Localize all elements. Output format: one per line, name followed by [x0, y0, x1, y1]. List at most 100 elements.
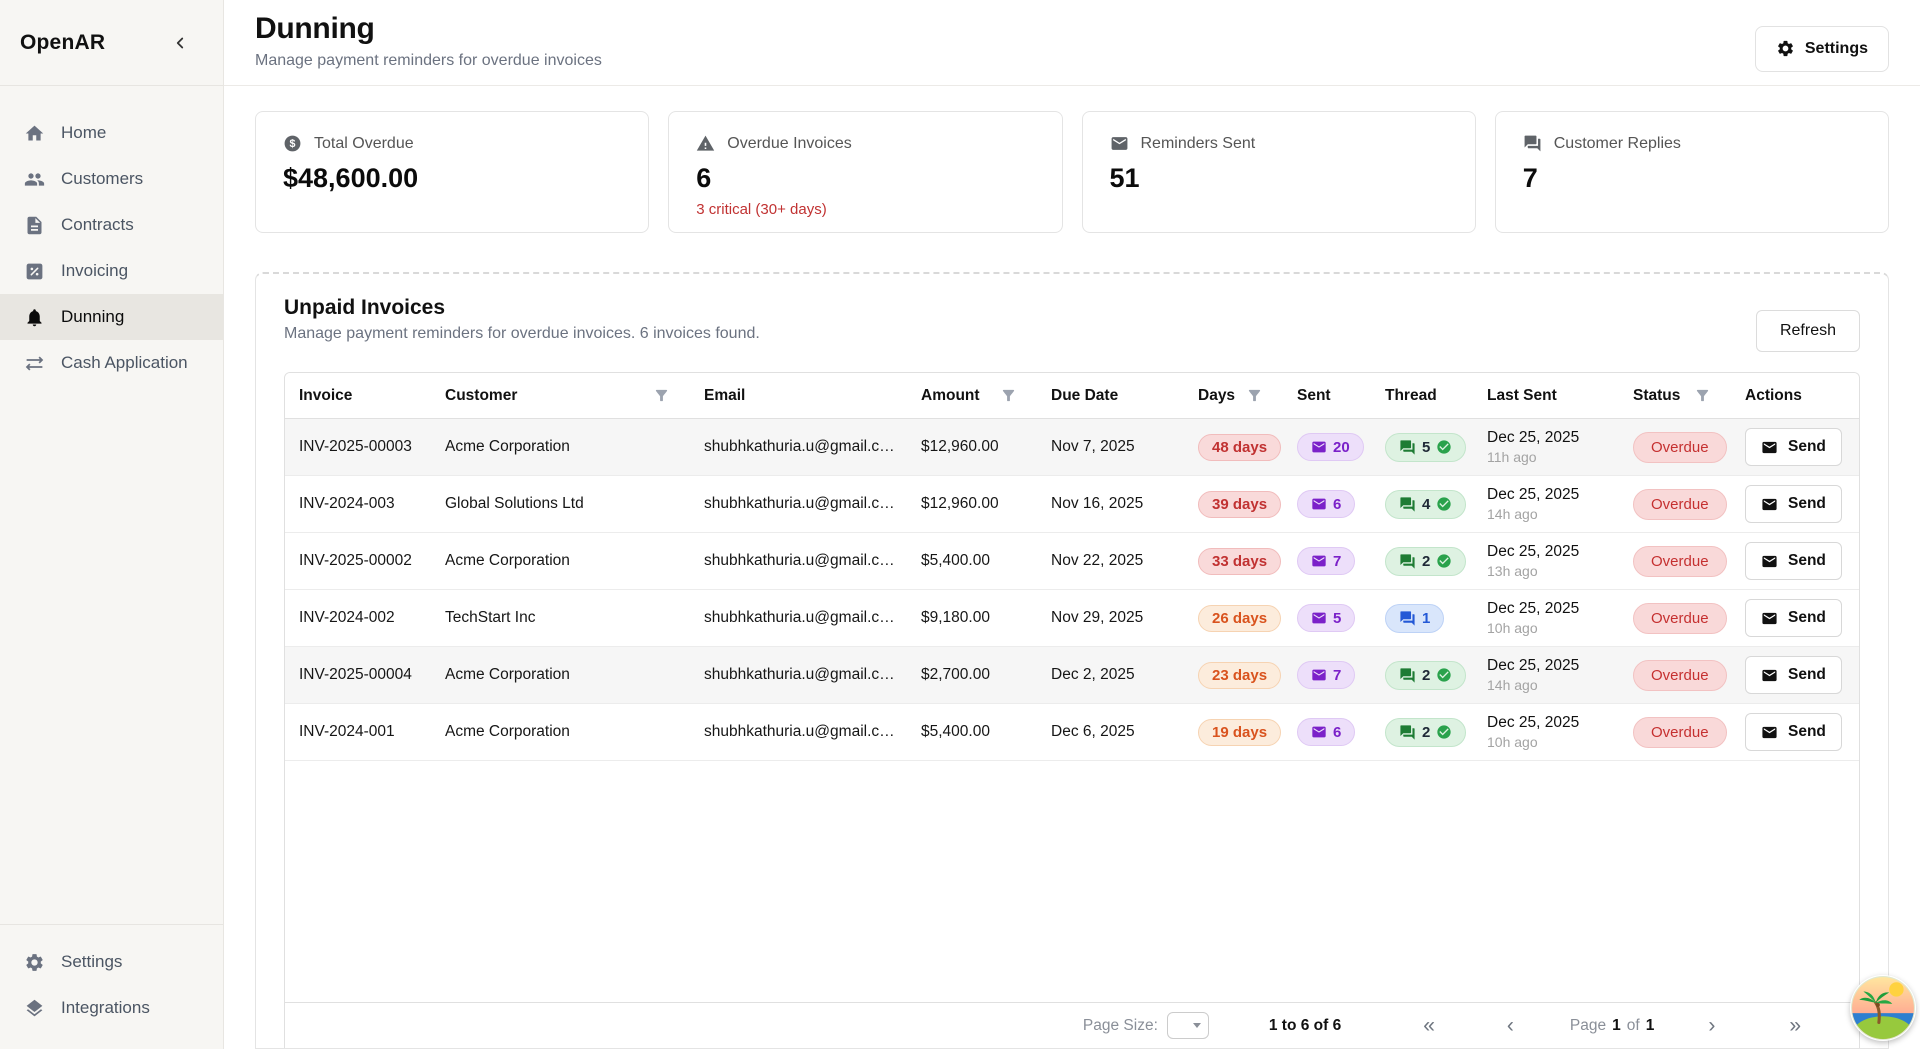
cell-last-sent: Dec 25, 2025 10h ago [1473, 590, 1619, 646]
prev-page-icon[interactable]: ‹ [1507, 1015, 1514, 1036]
sidebar-item-integrations[interactable]: Integrations [0, 985, 223, 1031]
cell-email: shubhkathuria.u@gmail.c… [690, 533, 907, 589]
col-header-customer: Customer [431, 373, 690, 418]
status-badge: Overdue [1633, 432, 1727, 463]
sidebar-item-settings[interactable]: Settings [0, 939, 223, 985]
bell-icon [24, 307, 45, 328]
document-icon [24, 215, 45, 236]
check-circle-icon [1436, 667, 1452, 683]
sidebar-spacer [0, 386, 223, 924]
envelope-icon [1761, 496, 1778, 513]
envelope-icon [1311, 667, 1327, 683]
sidebar-item-customers[interactable]: Customers [0, 156, 223, 202]
col-header-actions: Actions [1731, 373, 1859, 418]
cell-customer: Acme Corporation [431, 704, 690, 760]
cell-last-sent: Dec 25, 2025 13h ago [1473, 533, 1619, 589]
cell-email: shubhkathuria.u@gmail.c… [690, 590, 907, 646]
dollar-circle-icon: $ [283, 134, 302, 153]
thread-badge: 4 [1385, 490, 1466, 519]
envelope-icon [1311, 496, 1327, 512]
envelope-icon [1311, 610, 1327, 626]
sidebar-item-home[interactable]: Home [0, 110, 223, 156]
send-button[interactable]: Send [1745, 656, 1842, 694]
last-page-icon[interactable]: » [1789, 1015, 1801, 1036]
send-button[interactable]: Send [1745, 428, 1842, 466]
sent-badge: 20 [1297, 433, 1364, 461]
palm-island-icon [1850, 975, 1916, 1041]
filter-icon[interactable] [1246, 387, 1263, 404]
cell-customer: Acme Corporation [431, 419, 690, 475]
page-content: $ Total Overdue $48,600.00 Overdue Invoi… [224, 86, 1920, 1049]
cell-email: shubhkathuria.u@gmail.c… [690, 419, 907, 475]
days-badge: 23 days [1198, 662, 1281, 689]
col-header-last-sent: Last Sent [1473, 373, 1619, 418]
sidebar-item-invoicing[interactable]: Invoicing [0, 248, 223, 294]
cell-last-sent: Dec 25, 2025 11h ago [1473, 419, 1619, 475]
sent-badge: 6 [1297, 718, 1355, 746]
stat-card-customer-replies: Customer Replies 7 [1495, 111, 1889, 233]
cell-invoice: INV-2024-001 [285, 704, 431, 760]
sidebar-item-cash-application[interactable]: Cash Application [0, 340, 223, 386]
chat-bubbles-icon [1399, 667, 1416, 684]
page-size-select[interactable] [1167, 1012, 1209, 1039]
cell-invoice: INV-2025-00004 [285, 647, 431, 703]
thread-badge: 1 [1385, 604, 1444, 633]
first-page-icon[interactable]: « [1423, 1015, 1435, 1036]
days-badge: 33 days [1198, 548, 1281, 575]
home-icon [24, 123, 45, 144]
next-page-icon[interactable]: › [1708, 1015, 1715, 1036]
envelope-icon [1761, 667, 1778, 684]
check-circle-icon [1436, 439, 1452, 455]
send-button[interactable]: Send [1745, 599, 1842, 637]
cell-invoice: INV-2025-00002 [285, 533, 431, 589]
envelope-icon [1110, 134, 1129, 153]
palm-island-badge[interactable] [1850, 975, 1916, 1041]
chat-bubbles-icon [1399, 496, 1416, 513]
cell-due-date: Dec 2, 2025 [1037, 647, 1184, 703]
status-badge: Overdue [1633, 717, 1727, 748]
filter-icon[interactable] [653, 387, 670, 404]
send-button[interactable]: Send [1745, 485, 1842, 523]
status-badge: Overdue [1633, 546, 1727, 577]
check-circle-icon [1436, 724, 1452, 740]
cell-customer: Acme Corporation [431, 533, 690, 589]
page-title: Dunning [255, 12, 602, 46]
gear-icon [24, 952, 45, 973]
table-row: INV-2024-002 TechStart Inc shubhkathuria… [285, 590, 1859, 647]
sidebar-item-dunning[interactable]: Dunning [0, 294, 223, 340]
gear-icon [1776, 39, 1795, 58]
stats-row: $ Total Overdue $48,600.00 Overdue Invoi… [255, 111, 1889, 233]
stat-value: 6 [696, 163, 1034, 194]
cell-amount: $9,180.00 [907, 590, 1037, 646]
days-badge: 48 days [1198, 434, 1281, 461]
page-subtitle: Manage payment reminders for overdue inv… [255, 52, 602, 70]
chat-bubbles-icon [1399, 724, 1416, 741]
chat-bubbles-icon [1523, 134, 1542, 153]
collapse-sidebar-button[interactable] [171, 34, 189, 52]
unpaid-invoices-card: Unpaid Invoices Manage payment reminders… [255, 272, 1889, 1049]
col-header-invoice: Invoice [285, 373, 431, 418]
table-row: INV-2025-00003 Acme Corporation shubhkat… [285, 419, 1859, 476]
layers-icon [24, 998, 45, 1019]
check-circle-icon [1436, 553, 1452, 569]
page-indicator: Page 1 of 1 [1570, 1017, 1654, 1035]
invoice-percent-icon [24, 261, 45, 282]
col-header-days: Days [1184, 373, 1283, 418]
filter-icon[interactable] [1000, 387, 1017, 404]
send-button[interactable]: Send [1745, 713, 1842, 751]
invoices-table: Invoice Customer Email Amount Due Date [284, 372, 1860, 1048]
card-header: Unpaid Invoices Manage payment reminders… [284, 296, 1860, 352]
cell-invoice: INV-2025-00003 [285, 419, 431, 475]
sent-badge: 5 [1297, 604, 1355, 632]
app-logo: OpenAR [20, 31, 105, 55]
sidebar-item-contracts[interactable]: Contracts [0, 202, 223, 248]
app-window: OpenAR Home Customers Contracts Invoicin… [0, 0, 1920, 1049]
cell-amount: $12,960.00 [907, 476, 1037, 532]
cell-email: shubhkathuria.u@gmail.c… [690, 476, 907, 532]
send-button[interactable]: Send [1745, 542, 1842, 580]
refresh-button[interactable]: Refresh [1756, 310, 1860, 352]
filter-icon[interactable] [1694, 387, 1711, 404]
days-badge: 26 days [1198, 605, 1281, 632]
settings-button[interactable]: Settings [1755, 26, 1889, 72]
cell-last-sent: Dec 25, 2025 14h ago [1473, 647, 1619, 703]
